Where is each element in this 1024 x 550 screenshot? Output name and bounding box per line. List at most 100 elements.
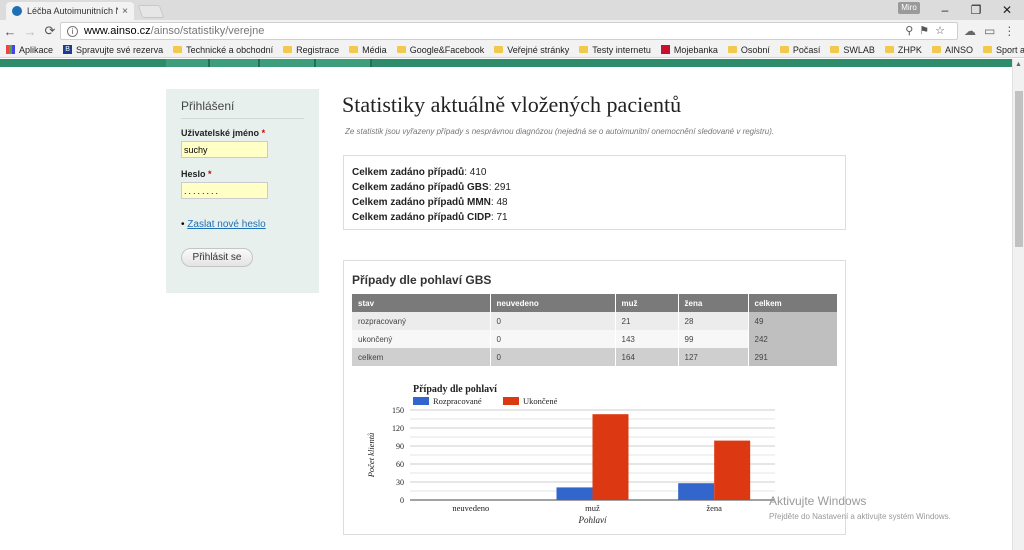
page-scrollbar[interactable]: ▲ xyxy=(1012,59,1024,550)
browser-toolbar: ← → ⟳ i www.ainso.cz /ainso/statistiky/v… xyxy=(0,20,1024,42)
maximize-icon[interactable]: ❐ xyxy=(961,1,991,19)
close-window-icon[interactable]: ✕ xyxy=(992,1,1022,19)
legend-swatch xyxy=(413,397,429,405)
reload-icon[interactable]: ⟳ xyxy=(40,23,60,39)
zoom-icon[interactable]: ⚲ xyxy=(905,25,919,37)
bookmark-folder[interactable]: Média xyxy=(349,45,387,55)
legend-label: Ukončené xyxy=(523,396,558,406)
table-cell: 0 xyxy=(490,312,616,330)
scrollbar-thumb[interactable] xyxy=(1015,91,1023,247)
bookmark-folder[interactable]: Google&Facebook xyxy=(396,45,484,55)
profile-badge[interactable]: Miro xyxy=(898,2,920,14)
table-cell: 0 xyxy=(490,330,616,348)
minimize-icon[interactable]: – xyxy=(930,1,960,19)
cast-icon[interactable]: ▭ xyxy=(984,24,1003,38)
table-cell: celkem xyxy=(352,348,491,366)
bookmark-folder[interactable]: Počasí xyxy=(779,45,820,55)
table-cell: 28 xyxy=(678,312,749,330)
watermark-text: Přejděte do Nastavení a aktivujte systém… xyxy=(769,512,951,521)
bar xyxy=(714,440,751,500)
folder-icon xyxy=(727,46,737,53)
forward-arrow-icon[interactable]: → xyxy=(20,24,40,39)
column-header: neuvedeno xyxy=(490,294,616,312)
y-tick-label: 30 xyxy=(396,478,404,487)
site-nav-bar xyxy=(0,59,1012,67)
bookmark-apps[interactable]: Aplikace xyxy=(6,45,53,55)
nav-item[interactable] xyxy=(316,59,372,67)
menu-dots-icon[interactable]: ⋮ xyxy=(1003,24,1023,38)
folder-icon xyxy=(396,46,406,53)
nav-item[interactable] xyxy=(166,59,210,67)
folder-icon xyxy=(884,46,894,53)
y-tick-label: 60 xyxy=(396,460,404,469)
bank-icon xyxy=(660,45,670,54)
bookmark-folder[interactable]: Testy internetu xyxy=(579,45,651,55)
column-header: žena xyxy=(678,294,749,312)
summary-line: Celkem zadáno případů: 410 xyxy=(352,167,487,178)
bookmark-folder[interactable]: Osobní xyxy=(727,45,770,55)
folder-icon xyxy=(349,46,359,53)
omnibox-actions: ⚲⚑☆ xyxy=(905,24,951,37)
table-cell: 164 xyxy=(615,348,679,366)
column-header: stav xyxy=(352,294,491,312)
legend-swatch xyxy=(503,397,519,405)
back-arrow-icon[interactable]: ← xyxy=(0,24,20,39)
location-pin-icon[interactable]: ⚑ xyxy=(919,25,935,37)
table-cell: 99 xyxy=(678,330,749,348)
bookmark-folder[interactable]: Registrace xyxy=(283,45,339,55)
folder-icon xyxy=(494,46,504,53)
login-button[interactable]: Přihlásit se xyxy=(181,248,253,267)
browser-tab[interactable]: Léčba Autoimunitních N × xyxy=(6,2,134,20)
summary-line: Celkem zadáno případů MMN: 48 xyxy=(352,197,508,208)
bar xyxy=(678,483,715,500)
y-tick-label: 150 xyxy=(392,406,404,415)
table-cell: 143 xyxy=(615,330,679,348)
chart-title: Případy dle pohlaví xyxy=(413,384,497,395)
bookmark-folder[interactable]: Sport a turistika xyxy=(982,45,1024,55)
table-row: ukončený 0 143 99 242 xyxy=(352,330,838,348)
bookmark-item[interactable]: B Spravujte své rezerva xyxy=(63,45,163,55)
x-axis-label: Pohlaví xyxy=(578,515,608,525)
site-info-icon[interactable]: i xyxy=(67,25,78,37)
bookmark-folder[interactable]: Veřejné stránky xyxy=(494,45,569,55)
windows-activation-watermark: Aktivujte Windows Přejděte do Nastavení … xyxy=(769,494,951,521)
cloud-extension-icon[interactable]: ☁ xyxy=(964,24,984,38)
table-cell: 21 xyxy=(615,312,679,330)
bookmark-item[interactable]: Mojebanka xyxy=(660,45,718,55)
username-input[interactable] xyxy=(181,141,268,158)
nav-item[interactable] xyxy=(260,59,316,67)
main-content: Statistiky aktuálně vložených pacientů Z… xyxy=(342,92,846,136)
folder-icon xyxy=(982,46,992,53)
tab-close-icon[interactable]: × xyxy=(122,6,128,17)
new-tab-button[interactable] xyxy=(137,5,165,18)
nav-item[interactable] xyxy=(210,59,260,67)
bar xyxy=(556,487,593,500)
table-cell: ukončený xyxy=(352,330,491,348)
address-bar[interactable]: i www.ainso.cz /ainso/statistiky/verejne… xyxy=(60,22,958,40)
password-label: Heslo * xyxy=(181,169,212,179)
bar xyxy=(592,414,629,500)
bookmark-folder[interactable]: ZHPK xyxy=(884,45,922,55)
browser-tab-bar: Léčba Autoimunitních N × Miro – ❐ ✕ xyxy=(0,0,1024,20)
bookmark-folder[interactable]: Technické a obchodní xyxy=(173,45,273,55)
bookmark-folder[interactable]: SWLAB xyxy=(830,45,875,55)
table-header-row: stav neuvedeno muž žena celkem xyxy=(352,294,838,312)
watermark-title: Aktivujte Windows xyxy=(769,494,867,508)
password-input[interactable] xyxy=(181,182,268,199)
table-cell: 49 xyxy=(748,312,838,330)
table-row: celkem 0 164 127 291 xyxy=(352,348,838,366)
summary-line: Celkem zadáno případů GBS: 291 xyxy=(352,182,511,193)
scroll-up-icon[interactable]: ▲ xyxy=(1013,59,1024,71)
bookmark-folder[interactable]: AINSO xyxy=(931,45,973,55)
gbs-title: Případy dle pohlaví GBS xyxy=(352,273,492,287)
x-tick-label: muž xyxy=(585,503,600,513)
summary-line: Celkem zadáno případů CIDP: 71 xyxy=(352,212,508,223)
legend-label: Rozpracované xyxy=(433,396,482,406)
bookmark-star-icon[interactable]: ☆ xyxy=(935,25,951,37)
booking-icon: B xyxy=(63,45,73,54)
reset-password-link[interactable]: Zaslat nové heslo xyxy=(187,219,265,230)
column-header: celkem xyxy=(748,294,838,312)
folder-icon xyxy=(579,46,589,53)
x-tick-label: žena xyxy=(706,503,722,513)
login-title: Přihlášení xyxy=(181,99,304,119)
